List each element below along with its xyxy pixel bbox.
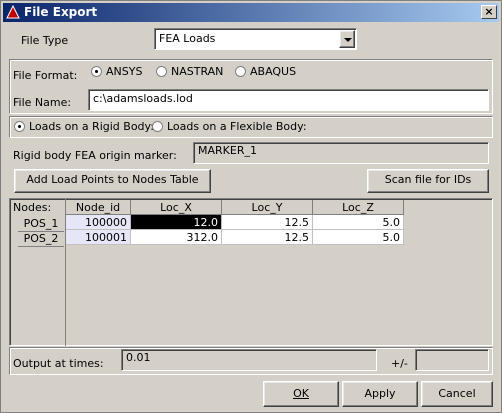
apply-button[interactable]: Apply	[342, 381, 418, 407]
radio-nastran-indicator	[156, 66, 167, 77]
file-type-value: FEA Loads	[159, 32, 216, 45]
radio-abaqus-label: ABAQUS	[250, 65, 297, 78]
col-loc-y[interactable]: Loc_Y	[221, 200, 313, 215]
col-node-id[interactable]: Node_id	[66, 200, 131, 215]
cell-node-id[interactable]: 100001	[66, 229, 131, 245]
nodes-table: Node_id Loc_X Loc_Y Loc_Z 100000 12.0 12…	[66, 200, 404, 245]
radio-flexible-indicator	[152, 121, 163, 132]
tolerance-field[interactable]	[415, 349, 489, 371]
file-name-input[interactable]: c:\adamsloads.lod	[88, 89, 489, 111]
table-row: 100000 12.0 12.5 5.0	[66, 214, 404, 230]
apply-button-label: Apply	[364, 387, 396, 400]
radio-nastran[interactable]: NASTRAN	[156, 65, 223, 78]
origin-marker-label: Rigid body FEA origin marker:	[13, 149, 177, 162]
file-export-dialog: File Export × File Type FEA Loads File F…	[0, 0, 502, 413]
cell-loc-z[interactable]: 5.0	[312, 229, 404, 245]
cell-loc-y[interactable]: 12.5	[221, 214, 313, 230]
cell-node-id[interactable]: 100000	[66, 214, 131, 230]
file-name-label: File Name:	[13, 96, 72, 109]
file-format-label: File Format:	[13, 69, 78, 82]
cancel-button[interactable]: Cancel	[421, 381, 493, 407]
radio-rigid-indicator	[14, 121, 25, 132]
close-icon: ×	[484, 5, 494, 18]
cell-loc-x[interactable]: 12.0	[130, 214, 222, 230]
radio-flexible-label: Loads on a Flexible Body:	[167, 120, 307, 133]
col-loc-x[interactable]: Loc_X	[130, 200, 222, 215]
tolerance-label: +/-	[391, 357, 408, 370]
cell-loc-z[interactable]: 5.0	[312, 214, 404, 230]
ok-button-label: OK	[293, 387, 309, 400]
radio-rigid-label: Loads on a Rigid Body:	[29, 120, 154, 133]
radio-abaqus[interactable]: ABAQUS	[235, 65, 296, 78]
radio-ansys[interactable]: ANSYS	[91, 65, 142, 78]
radio-nastran-label: NASTRAN	[171, 65, 224, 78]
radio-ansys-label: ANSYS	[106, 65, 143, 78]
origin-marker-field[interactable]: MARKER_1	[193, 142, 489, 164]
window-title: File Export	[24, 5, 98, 19]
title-bar[interactable]: File Export ×	[3, 3, 499, 22]
cell-loc-x[interactable]: 312.0	[130, 229, 222, 245]
radio-rigid-body[interactable]: Loads on a Rigid Body:	[14, 120, 154, 133]
close-button[interactable]: ×	[481, 5, 497, 19]
chevron-down-icon[interactable]	[339, 30, 355, 48]
cancel-button-label: Cancel	[438, 387, 476, 400]
output-times-label: Output at times:	[13, 357, 104, 370]
row-header-pos1[interactable]: POS_1	[18, 217, 64, 232]
ok-button[interactable]: OK	[263, 381, 339, 407]
radio-abaqus-indicator	[235, 66, 246, 77]
radio-flexible-body[interactable]: Loads on a Flexible Body:	[152, 120, 307, 133]
row-header-pos2[interactable]: POS_2	[18, 232, 64, 247]
add-load-points-button[interactable]: Add Load Points to Nodes Table	[14, 169, 211, 193]
table-header-row: Node_id Loc_X Loc_Y Loc_Z	[66, 200, 404, 215]
file-type-label: File Type	[21, 34, 69, 47]
table-row: 100001 312.0 12.5 5.0	[66, 229, 404, 245]
file-type-dropdown[interactable]: FEA Loads	[154, 28, 357, 50]
cell-loc-y[interactable]: 12.5	[221, 229, 313, 245]
output-times-field[interactable]: 0.01	[121, 349, 377, 371]
app-icon	[6, 5, 20, 19]
nodes-label: Nodes:	[13, 201, 52, 214]
col-loc-z[interactable]: Loc_Z	[312, 200, 404, 215]
radio-ansys-indicator	[91, 66, 102, 77]
scan-file-button[interactable]: Scan file for IDs	[367, 169, 489, 193]
